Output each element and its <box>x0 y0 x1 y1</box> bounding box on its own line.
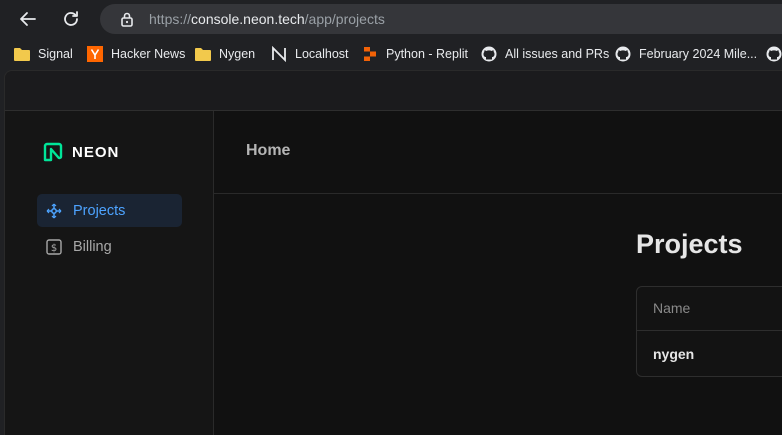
breadcrumb[interactable]: Home <box>246 142 290 160</box>
table-row[interactable]: nygen <box>653 346 694 362</box>
sidebar-item-billing[interactable]: $ Billing <box>37 230 182 263</box>
bookmark-signal[interactable]: Signal <box>14 38 73 70</box>
logo-text: NEON <box>72 143 120 161</box>
page-header: Home <box>214 111 782 194</box>
back-arrow-icon[interactable] <box>15 7 41 31</box>
url-domain: console.neon.tech <box>191 11 305 27</box>
localhost-icon <box>271 46 287 62</box>
lock-icon[interactable] <box>120 11 134 32</box>
bookmark-label: Python - Replit <box>386 47 468 61</box>
reload-icon[interactable] <box>58 7 84 31</box>
bookmark-label: All issues and PRs <box>505 47 610 61</box>
url-text: https://console.neon.tech/app/projects <box>149 11 385 27</box>
bookmarks-bar: Signal Hacker News Nygen Localhost Pytho… <box>0 38 782 70</box>
github-icon <box>766 46 782 62</box>
folder-icon <box>14 46 30 62</box>
divider <box>637 330 782 331</box>
bookmark-label: Localhost <box>295 47 349 61</box>
bookmark-overflow[interactable] <box>766 38 782 70</box>
neon-logo[interactable]: NEON <box>42 141 119 163</box>
projects-table: Name nygen <box>636 286 782 377</box>
neon-logo-icon <box>43 142 63 162</box>
svg-text:$: $ <box>51 243 57 254</box>
bookmark-localhost[interactable]: Localhost <box>271 38 349 70</box>
github-icon <box>615 46 631 62</box>
projects-icon <box>45 202 63 220</box>
bookmark-label: Nygen <box>219 47 256 61</box>
bookmark-all-issues[interactable]: All issues and PRs <box>481 38 609 70</box>
bookmark-replit[interactable]: Python - Replit <box>362 38 468 70</box>
sidebar-item-label: Projects <box>73 202 126 219</box>
bookmark-label: Signal <box>38 47 73 61</box>
sidebar-item-label: Billing <box>73 238 112 255</box>
main-content: Home Projects Name nygen <box>214 111 782 435</box>
url-scheme: https:// <box>149 11 192 27</box>
page-title: Projects <box>636 229 743 259</box>
sidebar: NEON Projects $ Billing <box>4 111 214 435</box>
billing-icon: $ <box>45 238 63 256</box>
sidebar-item-projects[interactable]: Projects <box>37 194 182 227</box>
address-bar[interactable]: https://console.neon.tech/app/projects <box>100 4 782 34</box>
browser-toolbar: https://console.neon.tech/app/projects <box>0 0 782 38</box>
bookmark-label: Hacker News <box>111 47 186 61</box>
folder-icon <box>195 46 211 62</box>
hacker-news-icon <box>87 46 103 62</box>
bookmark-nygen[interactable]: Nygen <box>195 38 255 70</box>
app-top-bar <box>4 70 782 111</box>
bookmark-label: February 2024 Mile... <box>639 47 758 61</box>
column-header-name[interactable]: Name <box>653 300 690 316</box>
github-icon <box>481 46 497 62</box>
bookmark-february-milestone[interactable]: February 2024 Mile... <box>615 38 757 70</box>
url-path: /app/projects <box>304 11 385 27</box>
replit-icon <box>362 46 378 62</box>
bookmark-hacker-news[interactable]: Hacker News <box>87 38 185 70</box>
